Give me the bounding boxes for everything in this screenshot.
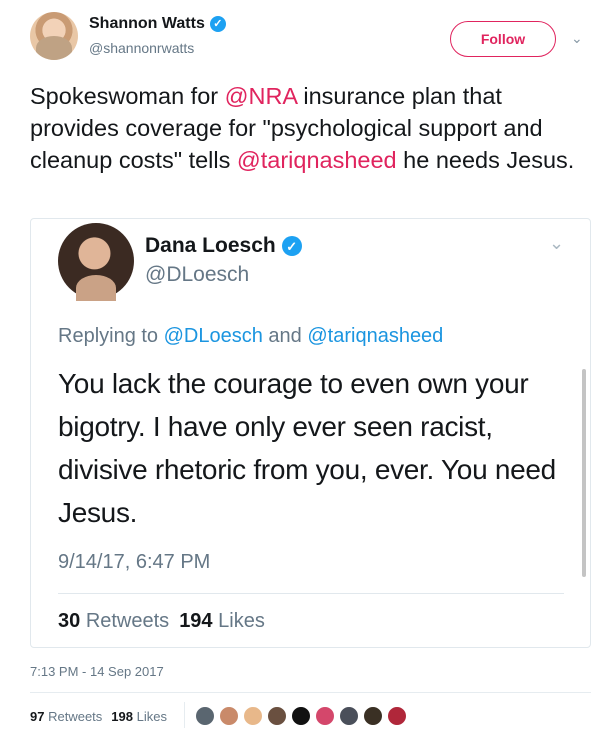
liker-avatar[interactable] xyxy=(195,706,215,726)
chevron-down-icon: ⌄ xyxy=(549,233,565,253)
tweet-text-part: he needs Jesus. xyxy=(396,147,575,173)
quoted-tweet-card[interactable]: Dana Loesch ✓ @DLoesch ⌄ Replying to @DL… xyxy=(30,218,591,648)
chevron-down-icon[interactable]: ⌄ xyxy=(571,30,583,47)
liker-avatar[interactable] xyxy=(243,706,263,726)
mention-link[interactable]: @NRA xyxy=(225,83,297,109)
quoted-likes-label: Likes xyxy=(218,610,265,632)
author-name-text[interactable]: Shannon Watts xyxy=(89,15,205,33)
quoted-author-handle: @DLoesch xyxy=(145,263,250,286)
tweet-header: Shannon Watts ✓ @shannonrwatts Follow ⌄ xyxy=(0,0,609,78)
quoted-author-name-text: Dana Loesch xyxy=(145,234,276,257)
divider xyxy=(184,702,185,728)
divider xyxy=(30,692,591,693)
liker-avatar[interactable] xyxy=(363,706,383,726)
liker-avatar[interactable] xyxy=(315,706,335,726)
retweets-stat[interactable]: 97 Retweets xyxy=(30,709,102,724)
quoted-likes: 194 Likes xyxy=(179,610,265,633)
retweets-label[interactable]: Retweets xyxy=(48,709,102,724)
tweet-timestamp[interactable]: 7:13 PM - 14 Sep 2017 xyxy=(30,664,164,679)
quoted-body: You lack the courage to even own your bi… xyxy=(58,368,556,528)
quoted-retweets-label: Retweets xyxy=(85,610,170,632)
liker-avatar[interactable] xyxy=(387,706,407,726)
quoted-retweets-count: 30 xyxy=(58,610,81,632)
replying-prefix: Replying to xyxy=(58,325,164,347)
quoted-stats: 30 Retweets 194 Likes xyxy=(58,610,265,633)
liker-avatar[interactable] xyxy=(267,706,287,726)
divider xyxy=(58,593,564,594)
author-handle[interactable]: @shannonrwatts xyxy=(89,40,194,56)
tweet-stats: 97 Retweets 198 Likes xyxy=(30,709,167,724)
tweet-text-part: Spokeswoman for xyxy=(30,83,225,109)
quoted-retweets: 30 Retweets xyxy=(58,610,169,633)
quoted-author-name: Dana Loesch ✓ xyxy=(145,234,302,258)
replying-and: and xyxy=(262,325,308,347)
likes-count[interactable]: 198 xyxy=(111,709,133,724)
quoted-avatar xyxy=(58,223,134,301)
scrollbar xyxy=(582,369,586,577)
replying-mention: @tariqnasheed xyxy=(307,325,444,347)
quoted-date: 9/14/17, 6:47 PM xyxy=(58,551,211,573)
liker-avatar[interactable] xyxy=(219,706,239,726)
retweets-count[interactable]: 97 xyxy=(30,709,44,724)
liker-avatars xyxy=(195,706,407,726)
quoted-likes-count: 194 xyxy=(179,610,213,632)
mention-link[interactable]: @tariqnasheed xyxy=(237,147,397,173)
liker-avatar[interactable] xyxy=(339,706,359,726)
replying-mention: @DLoesch xyxy=(163,325,263,347)
likes-label[interactable]: Likes xyxy=(137,709,167,724)
follow-button[interactable]: Follow xyxy=(450,21,556,57)
avatar[interactable] xyxy=(30,12,78,60)
author-name[interactable]: Shannon Watts ✓ xyxy=(89,15,226,33)
likes-stat[interactable]: 198 Likes xyxy=(111,709,167,724)
verified-badge-icon: ✓ xyxy=(209,16,226,32)
tweet-text: Spokeswoman for @NRA insurance plan that… xyxy=(30,80,590,176)
verified-badge-icon: ✓ xyxy=(281,236,302,256)
replying-to: Replying to @DLoesch and @tariqnasheed xyxy=(58,325,443,348)
liker-avatar[interactable] xyxy=(291,706,311,726)
